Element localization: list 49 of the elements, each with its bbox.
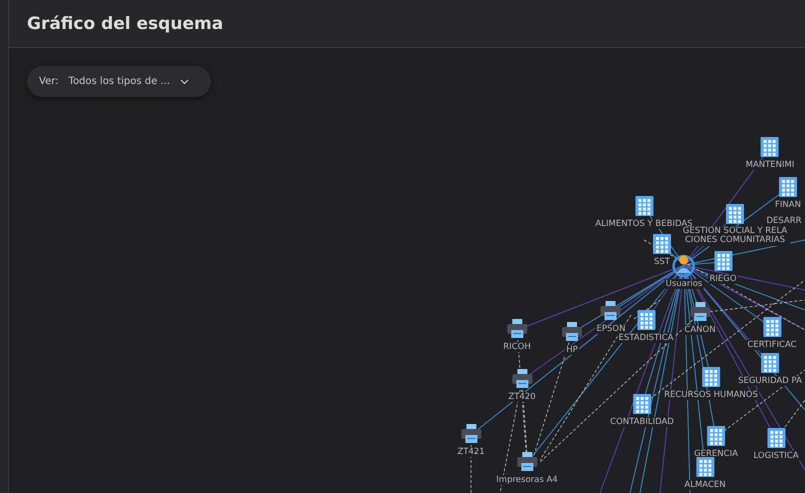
- node-label: Usuarios: [664, 279, 704, 289]
- node-label: FINAN: [774, 200, 802, 210]
- node-label: RICOH: [502, 342, 532, 352]
- view-label: Ver:: [39, 76, 59, 87]
- node-label: ALMACEN: [683, 480, 727, 490]
- printer-icon: [516, 451, 538, 473]
- node-label: CANON: [683, 325, 717, 335]
- building-icon: [652, 233, 672, 255]
- node-label: GERENCIA: [693, 449, 739, 459]
- node-label: SST: [653, 257, 671, 267]
- building-icon: [701, 366, 721, 388]
- node-label: CONTABILIDAD: [609, 417, 675, 427]
- view-value: Todos los tipos de ...: [68, 76, 170, 87]
- building-icon: [762, 316, 782, 338]
- building-icon: [760, 136, 780, 158]
- node-label: GESTION SOCIAL Y RELACIONES COMUNITARIAS: [680, 227, 790, 246]
- node-label: LOGISTICA: [752, 451, 800, 461]
- node-label: RIEGO: [708, 274, 738, 284]
- panel-title: Gráfico del esquema: [27, 14, 224, 34]
- printer-icon: [689, 301, 711, 323]
- building-icon: [766, 427, 786, 449]
- node-label: ESTADISTICA: [618, 333, 674, 343]
- node-label: SEGURIDAD PA: [737, 376, 803, 386]
- node-label: ZT421: [456, 447, 486, 457]
- node-label: CERTIFICAC: [746, 340, 798, 350]
- building-icon: [778, 176, 798, 198]
- node-label: MANTENIMI: [744, 160, 796, 170]
- printer-icon: [561, 321, 583, 343]
- chevron-down-icon: [180, 78, 189, 84]
- building-icon: [725, 203, 745, 225]
- building-icon: [632, 393, 652, 415]
- printer-icon: [460, 423, 482, 445]
- building-icon: [713, 250, 733, 272]
- node-label: Impresoras A4: [495, 475, 559, 485]
- printer-icon: [600, 300, 622, 322]
- node-label: RECURSOS HUMANOS: [663, 390, 759, 400]
- printer-icon: [511, 368, 533, 390]
- printer-icon: [506, 318, 528, 340]
- node-label: HP: [565, 345, 579, 355]
- building-icon: [695, 456, 715, 478]
- node-label: DESARR: [765, 216, 803, 226]
- users-icon: [671, 253, 697, 277]
- building-icon: [706, 425, 726, 447]
- node-label: EPSON: [596, 324, 626, 334]
- view-dropdown[interactable]: Ver: Todos los tipos de ...: [27, 66, 211, 97]
- building-icon: [636, 309, 656, 331]
- building-icon: [760, 352, 780, 374]
- node-label: ZT420: [507, 392, 537, 402]
- building-icon: [634, 195, 654, 217]
